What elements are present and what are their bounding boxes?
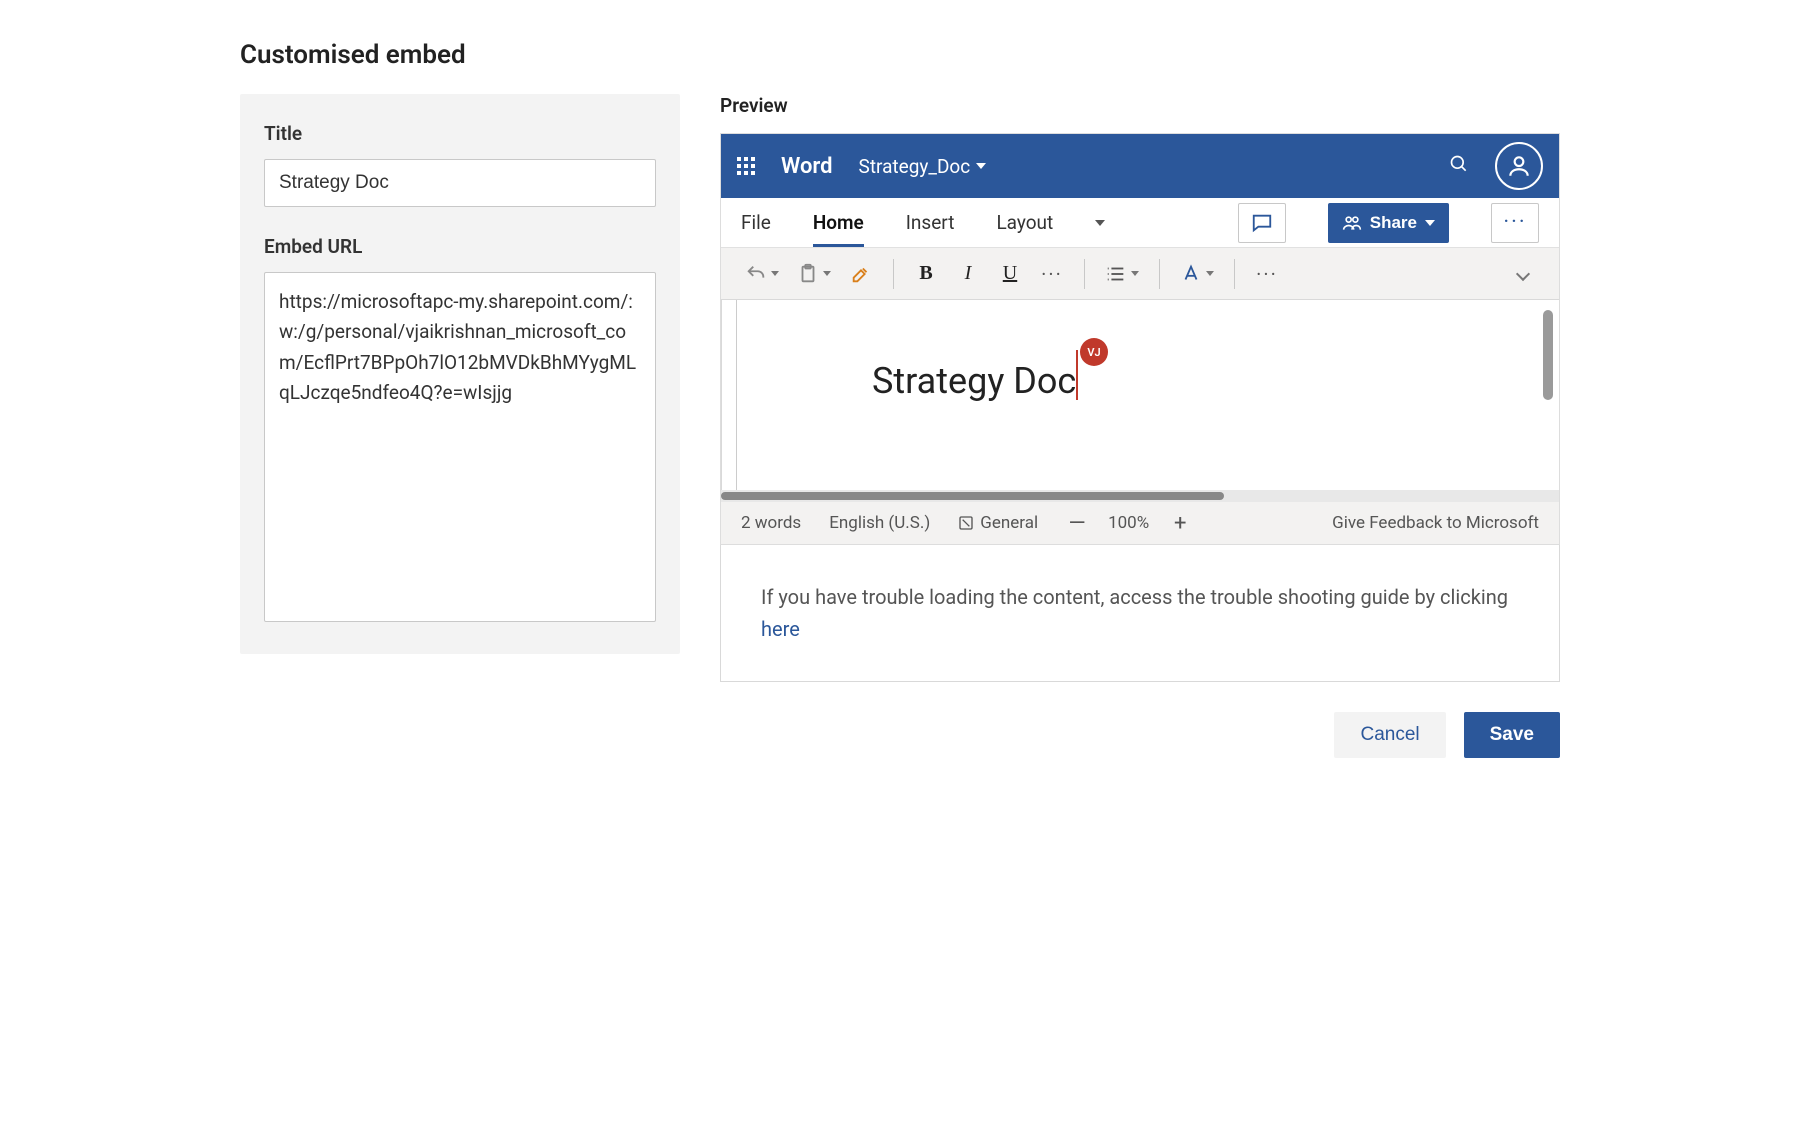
sensitivity-icon [958, 515, 974, 531]
italic-button[interactable]: I [952, 256, 984, 292]
toolbar-separator [893, 259, 894, 289]
chevron-down-icon [1425, 220, 1435, 226]
status-feedback-link[interactable]: Give Feedback to Microsoft [1332, 513, 1539, 533]
toolbar-separator [1159, 259, 1160, 289]
toolbar-more-button[interactable]: ··· [1251, 256, 1283, 292]
bold-icon: B [919, 262, 932, 285]
toolbar-separator [1084, 259, 1085, 289]
word-topbar: Word Strategy_Doc [721, 134, 1559, 198]
cancel-button[interactable]: Cancel [1334, 712, 1445, 758]
document-name-text: Strategy_Doc [859, 155, 971, 178]
italic-icon: I [965, 262, 972, 285]
presence-badge: VJ [1080, 338, 1108, 366]
document-body-text: Strategy Doc [872, 360, 1076, 402]
text-style-icon [1180, 263, 1202, 285]
horizontal-scrollbar[interactable] [721, 490, 1559, 502]
undo-icon [745, 263, 767, 285]
customised-embed-dialog: Customised embed Title Embed URL https:/… [240, 40, 1560, 758]
ribbon-expand-button[interactable] [1507, 256, 1539, 292]
ribbon-overflow-button[interactable]: ··· [1491, 203, 1539, 243]
tab-more[interactable] [1095, 198, 1105, 247]
comment-icon [1251, 212, 1273, 234]
chevron-down-icon [823, 271, 831, 276]
account-avatar[interactable] [1495, 142, 1543, 190]
ribbon-toolbar: B I U ··· ··· [721, 248, 1559, 300]
vertical-scrollbar-thumb[interactable] [1543, 310, 1553, 400]
title-input[interactable] [264, 159, 656, 207]
document-canvas[interactable]: Strategy Doc VJ [721, 300, 1559, 490]
paste-button[interactable] [793, 256, 835, 292]
ellipsis-icon: ··· [1256, 262, 1278, 286]
styles-button[interactable] [1176, 256, 1218, 292]
troubleshoot-message: If you have trouble loading the content,… [720, 545, 1560, 682]
paintbrush-icon [850, 263, 872, 285]
chevron-down-icon [1516, 266, 1530, 280]
toolbar-separator [1234, 259, 1235, 289]
chevron-down-icon [1206, 271, 1214, 276]
format-painter-button[interactable] [845, 256, 877, 292]
share-label: Share [1370, 213, 1417, 233]
comments-button[interactable] [1238, 203, 1286, 243]
embed-url-label: Embed URL [264, 235, 656, 258]
zoom-out-button[interactable]: — [1066, 511, 1088, 536]
list-icon [1105, 263, 1127, 285]
form-panel: Title Embed URL https://microsoftapc-my.… [240, 94, 680, 654]
troubleshoot-link[interactable]: here [761, 617, 800, 641]
app-launcher-icon[interactable] [737, 157, 755, 175]
text-cursor [1076, 350, 1078, 400]
search-button[interactable] [1449, 154, 1469, 178]
status-sensitivity[interactable]: General [958, 513, 1038, 533]
tab-insert[interactable]: Insert [906, 198, 955, 247]
preview-panel: Preview Word Strategy_Doc [720, 94, 1560, 682]
word-preview-shell: Word Strategy_Doc File H [720, 133, 1560, 545]
font-more-button[interactable]: ··· [1036, 256, 1068, 292]
zoom-controls: — 100% + [1066, 511, 1191, 536]
dialog-title: Customised embed [240, 40, 1560, 70]
embed-url-input[interactable]: https://microsoftapc-my.sharepoint.com/:… [264, 272, 656, 622]
save-button[interactable]: Save [1464, 712, 1560, 758]
word-status-bar: 2 words English (U.S.) General — 100% + … [721, 502, 1559, 544]
share-button[interactable]: Share [1328, 203, 1449, 243]
zoom-level[interactable]: 100% [1108, 513, 1149, 533]
preview-label: Preview [720, 94, 1560, 117]
tab-file[interactable]: File [741, 198, 771, 247]
chevron-down-icon [976, 163, 986, 169]
troubleshoot-text: If you have trouble loading the content,… [761, 585, 1508, 609]
paragraph-button[interactable] [1101, 256, 1143, 292]
person-icon [1506, 153, 1532, 179]
search-icon [1449, 154, 1469, 174]
horizontal-scrollbar-thumb[interactable] [721, 492, 1224, 500]
zoom-in-button[interactable]: + [1169, 511, 1191, 536]
people-icon [1342, 213, 1362, 233]
tab-home[interactable]: Home [813, 198, 864, 247]
chevron-down-icon [771, 271, 779, 276]
status-language[interactable]: English (U.S.) [829, 513, 930, 533]
tab-layout[interactable]: Layout [996, 198, 1053, 247]
ellipsis-icon: ··· [1503, 210, 1526, 235]
status-sensitivity-label: General [980, 513, 1038, 533]
ribbon-tabs: File Home Insert Layout Share [721, 198, 1559, 248]
document-name-dropdown[interactable]: Strategy_Doc [859, 155, 987, 178]
clipboard-icon [797, 263, 819, 285]
word-app-name: Word [781, 154, 833, 179]
title-label: Title [264, 122, 656, 145]
chevron-down-icon [1131, 271, 1139, 276]
content-row: Title Embed URL https://microsoftapc-my.… [240, 94, 1560, 682]
chevron-down-icon [1095, 220, 1105, 226]
ellipsis-icon: ··· [1041, 262, 1063, 286]
status-word-count[interactable]: 2 words [741, 513, 801, 533]
undo-button[interactable] [741, 256, 783, 292]
page-margin-indicator [736, 300, 737, 490]
dialog-footer: Cancel Save [240, 712, 1560, 758]
underline-button[interactable]: U [994, 256, 1026, 292]
bold-button[interactable]: B [910, 256, 942, 292]
underline-icon: U [1003, 262, 1017, 285]
